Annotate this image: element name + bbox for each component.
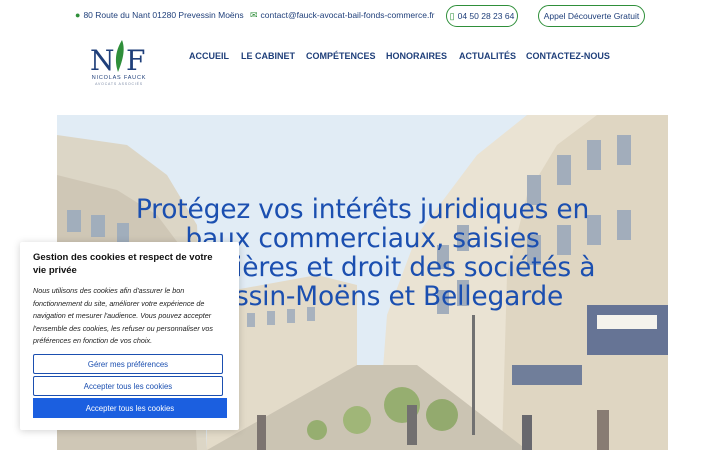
nav-le-cabinet[interactable]: LE CABINET — [241, 51, 295, 61]
hero-title-line-1: Protégez vos intérêts juridiques en — [135, 194, 590, 225]
phone-icon: ▯ — [449, 10, 455, 21]
svg-text:N: N — [90, 44, 115, 74]
address-text: 80 Route du Nant 01280 Prevessin Moëns — [83, 10, 244, 20]
logo-name: NICOLAS FAUCK — [91, 75, 147, 81]
email-link[interactable]: ✉ contact@fauck-avocat-bail-fonds-commerc… — [250, 10, 435, 21]
logo-subtitle: AVOCATS ASSOCIÉS — [95, 82, 143, 86]
top-bar: ● 80 Route du Nant 01280 Prevessin Moëns … — [0, 0, 720, 34]
cookie-consent-dialog: Gestion des cookies et respect de votre … — [20, 242, 239, 430]
map-pin-icon: ● — [75, 10, 81, 20]
accept-all-cookies-outline-button[interactable]: Accepter tous les cookies — [33, 376, 223, 396]
phone-button[interactable]: ▯ 04 50 28 23 64 — [446, 5, 518, 27]
accept-all-cookies-button[interactable]: Accepter tous les cookies — [33, 398, 227, 418]
nav-actualites[interactable]: ACTUALITÉS — [459, 51, 516, 61]
logo-mark-icon: N F — [90, 40, 145, 74]
free-call-button[interactable]: Appel Découverte Gratuit — [538, 5, 645, 27]
nav-accueil[interactable]: ACCUEIL — [189, 51, 229, 61]
phone-text: 04 50 28 23 64 — [457, 11, 515, 21]
site-logo[interactable]: N F NICOLAS FAUCK AVOCATS ASSOCIÉS — [86, 38, 152, 88]
cookie-title: Gestion des cookies et respect de votre … — [33, 252, 213, 276]
nav-contactez-nous[interactable]: CONTACTEZ-NOUS — [526, 51, 610, 61]
nav-competences[interactable]: COMPÉTENCES — [306, 51, 376, 61]
email-text: contact@fauck-avocat-bail-fonds-commerce… — [260, 10, 435, 20]
address-info: ● 80 Route du Nant 01280 Prevessin Moëns — [75, 10, 244, 20]
nav-honoraires[interactable]: HONORAIRES — [386, 51, 447, 61]
manage-preferences-button[interactable]: Gérer mes préférences — [33, 354, 223, 374]
svg-text:F: F — [126, 44, 145, 74]
cookie-description: Nous utilisons des cookies afin d'assure… — [33, 286, 213, 345]
envelope-icon: ✉ — [250, 10, 258, 20]
